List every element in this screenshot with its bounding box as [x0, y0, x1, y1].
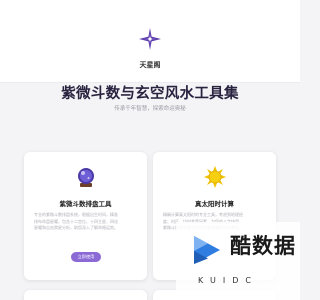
watermark-text: 酷数据	[230, 233, 296, 258]
star-logo-icon[interactable]	[139, 28, 161, 50]
page-subtitle: 传承千年智慧，探索命运奥秘	[114, 106, 186, 112]
site-header: 天星阁	[0, 0, 300, 83]
watermark: 酷数据 KUIDC	[176, 222, 300, 300]
tool-card-ziwei: 紫微斗数排盘工具 专业的紫微斗数排盘系统，根据出生时间，精准 排布命盘星曜，包含…	[24, 152, 147, 280]
tool-title: 紫微斗数排盘工具	[59, 200, 112, 208]
watermark-subtext: KUIDC	[198, 276, 258, 285]
tool-card-partial	[24, 290, 147, 300]
crystal-ball-icon	[24, 166, 147, 188]
use-now-button[interactable]: 立即使用	[71, 252, 101, 262]
tool-title: 真太阳时计算	[195, 200, 234, 208]
tool-description: 专业的紫微斗数排盘系统，根据出生时间，精准 排布命盘星曜，包含十二宫位、十四主星…	[34, 212, 118, 231]
page: 天星阁 紫微斗数与玄空风水工具集 传承千年智慧，探索命运奥秘 紫微斗数排盘工具 …	[0, 0, 300, 300]
sun-icon	[153, 166, 276, 188]
site-name[interactable]: 天星阁	[0, 60, 300, 70]
page-title: 紫微斗数与玄空风水工具集	[61, 86, 239, 102]
play-logo-icon	[188, 232, 224, 268]
